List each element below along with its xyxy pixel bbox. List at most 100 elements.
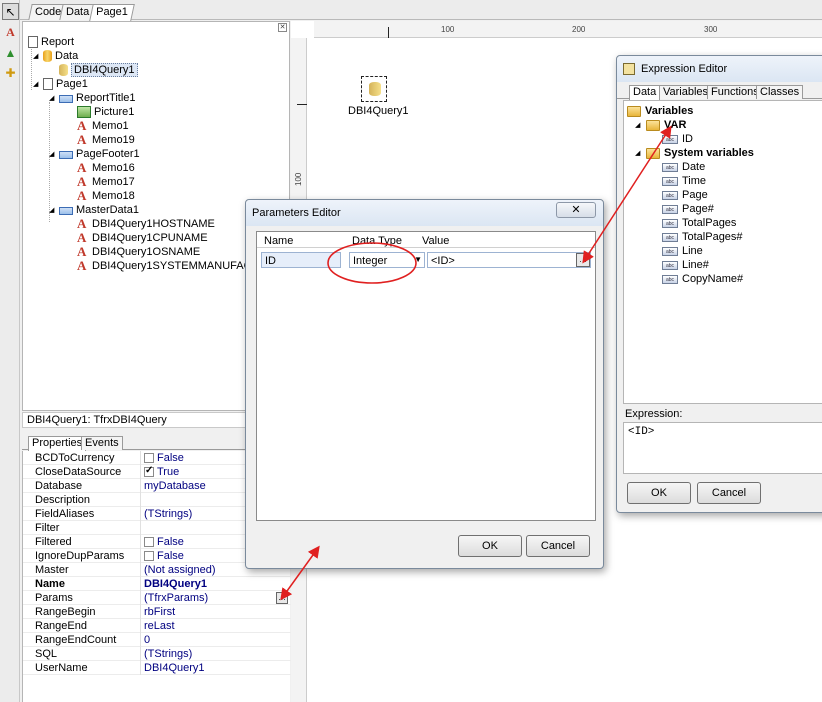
tree-item-memo18[interactable]: A Memo18 — [77, 189, 135, 203]
tree-item-pagefooter1[interactable]: PageFooter1 — [59, 147, 140, 161]
tab-page1[interactable]: Page1 — [89, 4, 135, 21]
variable-icon: abc — [662, 204, 678, 214]
dropdown-arrow-icon: ▼ — [414, 255, 422, 264]
sysvar-page-num[interactable]: abc Page# — [662, 202, 714, 216]
collapse-icon[interactable]: ◢ — [49, 151, 56, 158]
variable-icon: abc — [662, 162, 678, 172]
prop-row-rangeendcount[interactable]: RangeEndCount 0 — [23, 633, 291, 647]
tree-item-var[interactable]: VAR — [646, 118, 686, 132]
variables-tree: Variables ◢ VAR abc ID ◢ System variables… — [623, 100, 822, 404]
param-value-field[interactable]: <ID> … — [427, 252, 591, 268]
tree-item-memo16[interactable]: A Memo16 — [77, 161, 135, 175]
prop-row-rangeend[interactable]: RangeEnd reLast — [23, 619, 291, 633]
collapse-icon[interactable]: ◢ — [635, 122, 642, 129]
ok-button[interactable]: OK — [627, 482, 691, 504]
checkbox[interactable] — [144, 551, 154, 561]
sysvar-line[interactable]: abc Line — [662, 244, 703, 258]
text-tool-icon[interactable]: A — [2, 24, 19, 41]
variable-icon: abc — [662, 190, 678, 200]
expression-input[interactable]: <ID> — [623, 422, 822, 474]
insert-band-icon[interactable]: ✚ — [2, 64, 19, 81]
collapse-icon[interactable]: ◢ — [49, 207, 56, 214]
variable-icon: abc — [662, 232, 678, 242]
shapes-tool-icon[interactable]: ▲ — [2, 44, 19, 61]
variable-icon: abc — [662, 274, 678, 284]
tab-data[interactable]: Data — [629, 85, 661, 100]
sysvar-totalpages[interactable]: abc TotalPages — [662, 216, 736, 230]
tree-item-osname[interactable]: A DBI4Query1OSNAME — [77, 245, 200, 259]
ellipsis-button[interactable]: … — [276, 592, 288, 604]
tree-item-masterdata1[interactable]: MasterData1 — [59, 203, 139, 217]
ok-button[interactable]: OK — [458, 535, 522, 557]
folder-icon — [646, 119, 660, 131]
tab-variables[interactable]: Variables — [659, 85, 713, 99]
query-icon — [59, 64, 68, 76]
memo-icon: A — [77, 188, 87, 203]
close-button[interactable]: ✕ — [556, 202, 596, 218]
memo-icon: A — [77, 230, 87, 245]
tree-item-report[interactable]: Report — [28, 35, 74, 49]
checkbox[interactable] — [144, 453, 154, 463]
tree-item-memo19[interactable]: A Memo19 — [77, 133, 135, 147]
prop-row-params[interactable]: Params (TfrxParams) … — [23, 591, 291, 605]
expression-button[interactable]: … — [576, 253, 590, 267]
col-name-header: Name — [264, 235, 294, 247]
tree-item-reporttitle1[interactable]: ReportTitle1 — [59, 91, 136, 105]
database-icon — [43, 50, 52, 62]
sysvar-copyname[interactable]: abc CopyName# — [662, 272, 743, 286]
select-tool-icon[interactable]: ↖ — [2, 3, 19, 20]
tree-item-data[interactable]: Data — [43, 49, 78, 63]
picture-icon — [77, 106, 91, 118]
tree-item-memo17[interactable]: A Memo17 — [77, 175, 135, 189]
tree-item-page1[interactable]: Page1 — [43, 77, 88, 91]
memo-icon: A — [77, 118, 87, 133]
close-icon[interactable]: ✕ — [278, 23, 287, 32]
collapse-icon[interactable]: ◢ — [635, 150, 642, 157]
var-item-id[interactable]: abc ID — [662, 132, 693, 146]
prop-row-name[interactable]: Name DBI4Query1 — [23, 577, 291, 591]
tree-item-memo1[interactable]: A Memo1 — [77, 119, 129, 133]
cancel-button[interactable]: Cancel — [697, 482, 761, 504]
tree-item-system-variables[interactable]: System variables — [646, 146, 754, 160]
folder-icon — [627, 105, 641, 117]
collapse-icon[interactable]: ◢ — [49, 95, 56, 102]
cancel-button[interactable]: Cancel — [526, 535, 590, 557]
sysvar-totalpages-num[interactable]: abc TotalPages# — [662, 230, 743, 244]
band-icon — [59, 95, 73, 103]
params-header: Name Data Type Value — [257, 232, 595, 248]
memo-icon: A — [77, 160, 87, 175]
tab-classes[interactable]: Classes — [756, 85, 804, 99]
collapse-icon[interactable]: ◢ — [33, 81, 40, 88]
page-icon — [43, 78, 53, 90]
checkbox[interactable] — [144, 537, 154, 547]
band-icon — [59, 207, 73, 215]
parameters-editor-window: Parameters Editor ✕ Name Data Type Value… — [245, 199, 604, 569]
component-label: DBI4Query1 — [348, 105, 409, 117]
tree-item-cpuname[interactable]: A DBI4Query1CPUNAME — [77, 231, 208, 245]
tree-item-variables[interactable]: Variables — [627, 104, 693, 118]
query-component[interactable] — [361, 76, 387, 102]
param-datatype-select[interactable]: Integer ▼ — [349, 252, 425, 268]
prop-row-sql[interactable]: SQL (TStrings) — [23, 647, 291, 661]
variable-icon: abc — [662, 246, 678, 256]
col-value-header: Value — [422, 235, 450, 247]
page-tabs: Code Data Page1 — [20, 0, 822, 21]
memo-icon: A — [77, 258, 87, 273]
sysvar-page[interactable]: abc Page — [662, 188, 708, 202]
left-toolbar: ↖ A ▲ ✚ — [0, 0, 20, 702]
tree-item-picture1[interactable]: Picture1 — [77, 105, 134, 119]
tree-item-dbi4query1[interactable]: DBI4Query1 — [59, 63, 138, 77]
sysvar-time[interactable]: abc Time — [662, 174, 706, 188]
tab-properties[interactable]: Properties — [28, 436, 87, 451]
sysvar-date[interactable]: abc Date — [662, 160, 705, 174]
param-name-field[interactable]: ID — [261, 252, 341, 268]
report-icon — [28, 36, 38, 48]
tree-item-hostname[interactable]: A DBI4Query1HOSTNAME — [77, 217, 215, 231]
prop-row-rangebegin[interactable]: RangeBegin rbFirst — [23, 605, 291, 619]
collapse-icon[interactable]: ◢ — [33, 53, 40, 60]
prop-row-username[interactable]: UserName DBI4Query1 — [23, 661, 291, 675]
checkbox-checked[interactable] — [144, 465, 154, 477]
tab-events[interactable]: Events — [81, 436, 123, 450]
tab-functions[interactable]: Functions — [707, 85, 763, 99]
sysvar-line-num[interactable]: abc Line# — [662, 258, 709, 272]
